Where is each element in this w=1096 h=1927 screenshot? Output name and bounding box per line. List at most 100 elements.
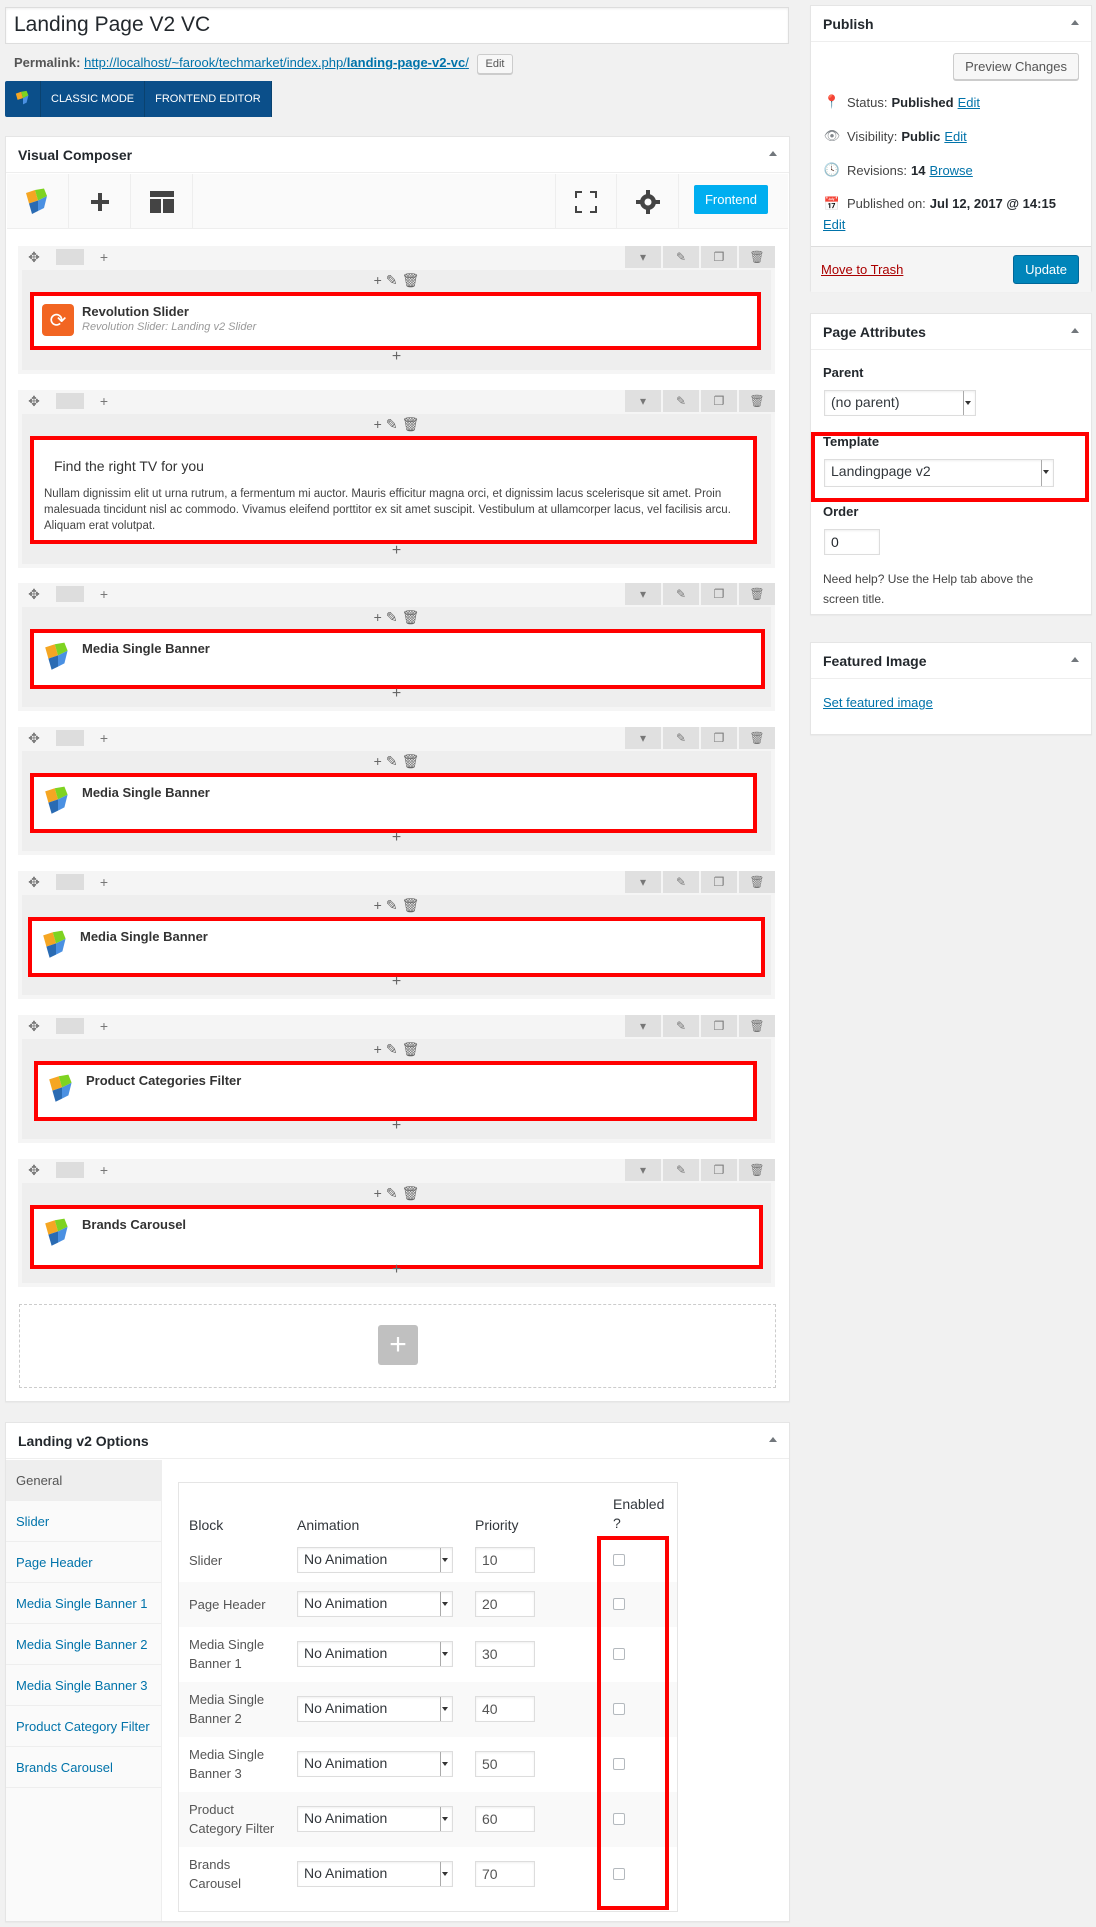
row-layout-icon[interactable] — [56, 586, 84, 602]
revisions-browse-link[interactable]: Browse — [929, 163, 972, 178]
edit-row-icon[interactable]: ✎ — [663, 1159, 699, 1181]
delete-column-icon[interactable]: 🗑 — [402, 1185, 420, 1202]
delete-row-icon[interactable]: 🗑 — [739, 390, 775, 412]
edit-column-icon[interactable]: ✎ — [386, 272, 398, 289]
priority-input[interactable]: 30 — [475, 1641, 535, 1667]
collapse-toggle-icon[interactable] — [769, 151, 777, 156]
add-element-icon[interactable]: + — [374, 753, 382, 770]
edit-column-icon[interactable]: ✎ — [386, 897, 398, 914]
add-column-icon[interactable]: + — [96, 730, 112, 746]
toggle-row-icon[interactable]: ▾ — [625, 583, 661, 605]
permalink-link[interactable]: http://localhost/~farook/techmarket/inde… — [84, 55, 469, 70]
row-layout-icon[interactable] — [56, 1162, 84, 1178]
clone-row-icon[interactable]: ❐ — [701, 583, 737, 605]
priority-input[interactable]: 40 — [475, 1696, 535, 1722]
add-row-area[interactable]: + — [19, 1304, 776, 1388]
move-row-icon[interactable]: ✥ — [26, 393, 42, 409]
add-column-icon[interactable]: + — [96, 1162, 112, 1178]
animation-select[interactable]: No Animation — [297, 1806, 453, 1832]
priority-input[interactable]: 10 — [475, 1547, 535, 1573]
add-element-icon[interactable]: + — [374, 1185, 382, 1202]
product-categories-filter-element[interactable]: Product Categories Filter — [34, 1061, 757, 1121]
edit-row-icon[interactable]: ✎ — [663, 583, 699, 605]
frontend-editor-button[interactable]: FRONTEND EDITOR — [145, 81, 272, 117]
move-row-icon[interactable]: ✥ — [26, 249, 42, 265]
tab-media-single-banner-1[interactable]: Media Single Banner 1 — [6, 1583, 161, 1624]
row-layout-icon[interactable] — [56, 393, 84, 409]
clone-row-icon[interactable]: ❐ — [701, 246, 737, 268]
add-column-icon[interactable]: + — [96, 1018, 112, 1034]
add-column-icon[interactable]: + — [96, 586, 112, 602]
delete-column-icon[interactable]: 🗑 — [402, 753, 420, 770]
animation-select[interactable]: No Animation — [297, 1641, 453, 1667]
row-layout-icon[interactable] — [56, 874, 84, 890]
collapse-toggle-icon[interactable] — [1071, 20, 1079, 25]
edit-column-icon[interactable]: ✎ — [386, 416, 398, 433]
tab-page-header[interactable]: Page Header — [6, 1542, 161, 1583]
add-element-icon[interactable] — [69, 174, 131, 229]
status-edit-link[interactable]: Edit — [958, 95, 980, 110]
edit-column-icon[interactable]: ✎ — [386, 1185, 398, 1202]
edit-column-icon[interactable]: ✎ — [386, 1041, 398, 1058]
move-row-icon[interactable]: ✥ — [26, 730, 42, 746]
collapse-toggle-icon[interactable] — [1071, 328, 1079, 333]
add-element-icon[interactable]: + — [392, 685, 401, 703]
set-featured-image-link[interactable]: Set featured image — [823, 695, 933, 710]
delete-column-icon[interactable]: 🗑 — [402, 609, 420, 626]
revolution-slider-element[interactable]: ⟳ Revolution Slider Revolution Slider: L… — [30, 292, 761, 350]
delete-row-icon[interactable]: 🗑 — [739, 583, 775, 605]
text-block-element[interactable]: Find the right TV for you Nullam digniss… — [30, 436, 757, 544]
edit-row-icon[interactable]: ✎ — [663, 390, 699, 412]
media-single-banner-element[interactable]: Media Single Banner — [30, 773, 757, 833]
delete-row-icon[interactable]: 🗑 — [739, 727, 775, 749]
clone-row-icon[interactable]: ❐ — [701, 727, 737, 749]
priority-input[interactable]: 20 — [475, 1591, 535, 1617]
add-element-icon[interactable]: + — [392, 829, 401, 847]
fullscreen-icon[interactable] — [555, 174, 617, 229]
clone-row-icon[interactable]: ❐ — [701, 390, 737, 412]
delete-row-icon[interactable]: 🗑 — [739, 1159, 775, 1181]
delete-row-icon[interactable]: 🗑 — [739, 1015, 775, 1037]
row-layout-icon[interactable] — [56, 1018, 84, 1034]
row-layout-icon[interactable] — [56, 249, 84, 265]
toggle-row-icon[interactable]: ▾ — [625, 871, 661, 893]
clone-row-icon[interactable]: ❐ — [701, 1159, 737, 1181]
edit-row-icon[interactable]: ✎ — [663, 246, 699, 268]
edit-column-icon[interactable]: ✎ — [386, 609, 398, 626]
row-layout-icon[interactable] — [56, 730, 84, 746]
add-element-icon[interactable]: + — [392, 542, 401, 560]
toggle-row-icon[interactable]: ▾ — [625, 727, 661, 749]
media-single-banner-element[interactable]: Media Single Banner — [30, 629, 765, 689]
collapse-toggle-icon[interactable] — [1071, 657, 1079, 662]
add-column-icon[interactable]: + — [96, 249, 112, 265]
add-element-icon[interactable]: + — [374, 272, 382, 289]
add-row-plus-icon[interactable]: + — [378, 1325, 418, 1365]
tab-slider[interactable]: Slider — [6, 1501, 161, 1542]
tab-media-single-banner-3[interactable]: Media Single Banner 3 — [6, 1665, 161, 1706]
move-row-icon[interactable]: ✥ — [26, 1018, 42, 1034]
move-row-icon[interactable]: ✥ — [26, 874, 42, 890]
permalink-edit-button[interactable]: Edit — [476, 54, 514, 74]
delete-column-icon[interactable]: 🗑 — [402, 1041, 420, 1058]
toggle-row-icon[interactable]: ▾ — [625, 1159, 661, 1181]
add-element-icon[interactable]: + — [374, 416, 382, 433]
move-row-icon[interactable]: ✥ — [26, 586, 42, 602]
toggle-row-icon[interactable]: ▾ — [625, 1015, 661, 1037]
add-column-icon[interactable]: + — [96, 393, 112, 409]
add-element-icon[interactable]: + — [374, 897, 382, 914]
edit-column-icon[interactable]: ✎ — [386, 753, 398, 770]
animation-select[interactable]: No Animation — [297, 1696, 453, 1722]
delete-column-icon[interactable]: 🗑 — [402, 416, 420, 433]
tab-media-single-banner-2[interactable]: Media Single Banner 2 — [6, 1624, 161, 1665]
animation-select[interactable]: No Animation — [297, 1751, 453, 1777]
priority-input[interactable]: 50 — [475, 1751, 535, 1777]
priority-input[interactable]: 60 — [475, 1806, 535, 1832]
vc-logo-icon[interactable] — [7, 174, 69, 229]
toggle-row-icon[interactable]: ▾ — [625, 390, 661, 412]
order-input[interactable]: 0 — [824, 529, 880, 555]
templates-icon[interactable] — [131, 174, 193, 229]
delete-column-icon[interactable]: 🗑 — [402, 897, 420, 914]
add-element-icon[interactable]: + — [374, 1041, 382, 1058]
classic-mode-button[interactable]: CLASSIC MODE — [41, 81, 146, 117]
clone-row-icon[interactable]: ❐ — [701, 871, 737, 893]
